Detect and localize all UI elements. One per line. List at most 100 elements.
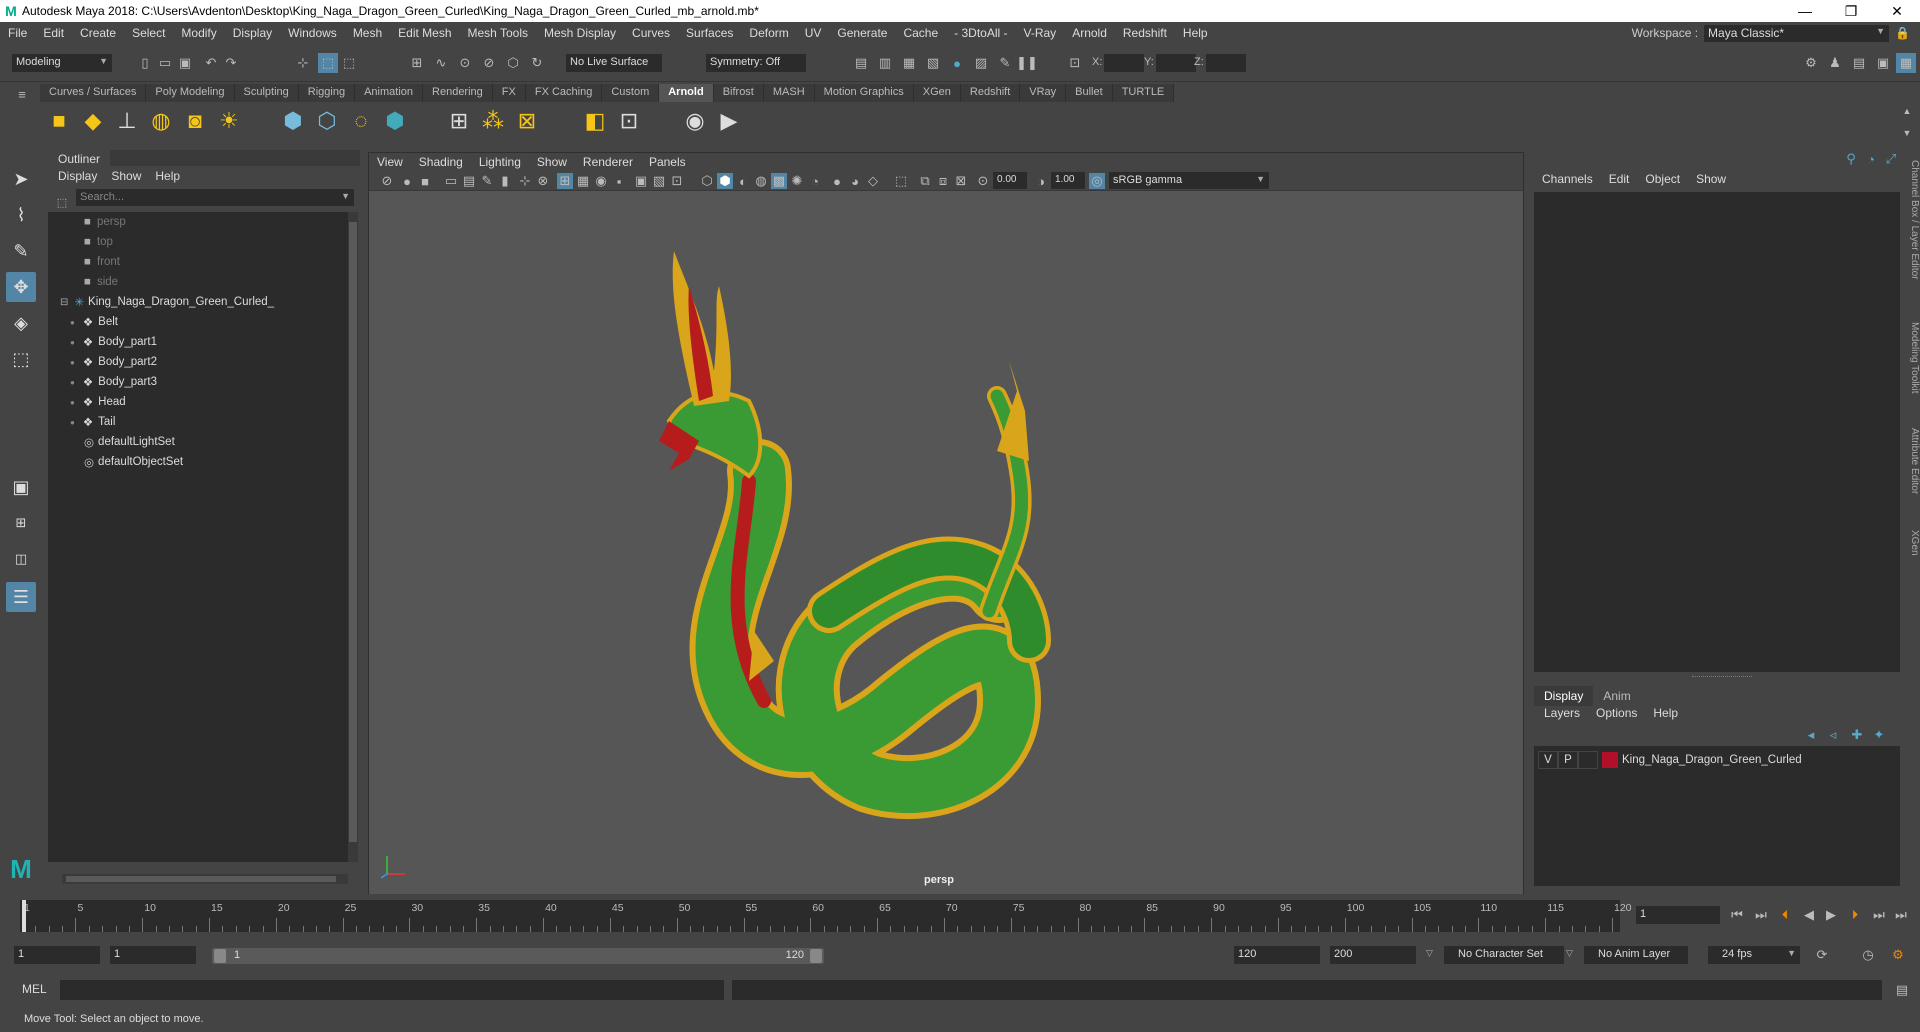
- open-scene-icon[interactable]: ▭: [156, 54, 174, 72]
- menu-mesh[interactable]: Mesh: [345, 26, 390, 40]
- photometric-light-icon[interactable]: ⊥: [114, 108, 140, 134]
- channels-menu-edit[interactable]: Edit: [1609, 172, 1630, 186]
- menu-3dtoall[interactable]: - 3DtoAll -: [946, 26, 1015, 40]
- move-layer-down-icon[interactable]: ◃: [1826, 727, 1840, 742]
- fps-dropdown[interactable]: 24 fps ▼: [1708, 946, 1800, 964]
- script-language-label[interactable]: MEL: [22, 982, 47, 996]
- render-play-icon[interactable]: ▶: [716, 108, 742, 134]
- outliner-layout-icon[interactable]: ☰: [6, 582, 36, 612]
- bookmarks-icon[interactable]: ■: [417, 173, 433, 189]
- expand-dot-icon[interactable]: ●: [70, 398, 75, 407]
- select-hierarchy-icon[interactable]: ⊹: [294, 54, 312, 72]
- render-settings-icon[interactable]: ▧: [924, 54, 942, 72]
- maximize-button[interactable]: ❐: [1828, 3, 1874, 20]
- frame-all-icon[interactable]: ⊠: [953, 173, 969, 189]
- range-bar[interactable]: 1 120: [212, 948, 824, 964]
- shader-icon[interactable]: ⊡: [616, 108, 642, 134]
- menu-mesh-display[interactable]: Mesh Display: [536, 26, 624, 40]
- collapse-icon[interactable]: ⊟: [60, 297, 68, 308]
- shelf-scroll-up-icon[interactable]: ▲: [1900, 104, 1914, 118]
- go-to-start-icon[interactable]: ⏮: [1728, 906, 1746, 924]
- layer-row[interactable]: V P King_Naga_Dragon_Green_Curled: [1538, 750, 1896, 770]
- textured-icon[interactable]: ⬢: [717, 173, 733, 189]
- menu-edit[interactable]: Edit: [35, 26, 72, 40]
- shelf-menu-icon[interactable]: ≡: [14, 86, 30, 102]
- menu-vray[interactable]: V-Ray: [1016, 26, 1065, 40]
- menu-select[interactable]: Select: [124, 26, 173, 40]
- anim-layer-dropdown[interactable]: ▽ No Anim Layer: [1566, 946, 1688, 964]
- lock-camera-icon[interactable]: ▮: [497, 173, 513, 189]
- xray-joints-icon[interactable]: ⬚: [893, 173, 909, 189]
- shelf-tab-bifrost[interactable]: Bifrost: [713, 84, 764, 102]
- select-camera-icon[interactable]: ⊘: [379, 173, 395, 189]
- curve-collector-icon[interactable]: ⬢: [382, 108, 408, 134]
- viewport-menu-lighting[interactable]: Lighting: [471, 153, 529, 171]
- lock-icon[interactable]: 🔒: [1895, 26, 1910, 40]
- undo-icon[interactable]: ↶: [202, 54, 220, 72]
- outliner-search-input[interactable]: Search... ▼: [76, 189, 354, 206]
- time-slider[interactable]: 1 5 10 15 20 25 30 35 40 45 50 55 60 65 70 75 80 85 90 95 10…: [0, 898, 1920, 938]
- expand-dot-icon[interactable]: ●: [70, 378, 75, 387]
- shelf-tab-rigging[interactable]: Rigging: [298, 84, 356, 102]
- script-editor-icon[interactable]: ▤: [1892, 980, 1912, 1000]
- txmanager-icon[interactable]: ⁂: [480, 108, 506, 134]
- shelf-tab-sculpting[interactable]: Sculpting: [234, 84, 299, 102]
- live-surface-field[interactable]: No Live Surface: [566, 54, 662, 72]
- step-back-key-icon[interactable]: ⏭: [1752, 906, 1770, 924]
- outliner-horizontal-scrollbar[interactable]: [62, 874, 348, 884]
- image-plane-icon[interactable]: ▭: [443, 173, 459, 189]
- playback-start-input[interactable]: 1: [110, 946, 196, 964]
- z-input[interactable]: [1206, 54, 1246, 72]
- shadows-icon[interactable]: ◍: [753, 173, 769, 189]
- play-forwards-icon[interactable]: ▶: [1822, 906, 1840, 924]
- menu-display[interactable]: Display: [225, 26, 280, 40]
- render-view-eye-icon[interactable]: ◉: [682, 108, 708, 134]
- outliner-item-side[interactable]: ■ side: [84, 272, 118, 292]
- snap-curve-icon[interactable]: ∿: [432, 54, 450, 72]
- shelf-tab-fx[interactable]: FX: [492, 84, 526, 102]
- xray-icon[interactable]: ▩: [771, 173, 787, 189]
- outliner-item-belt[interactable]: ● ❖ Belt: [70, 312, 118, 332]
- move-tool-icon[interactable]: ✥: [6, 272, 36, 302]
- shelf-tab-rendering[interactable]: Rendering: [423, 84, 493, 102]
- command-input[interactable]: [60, 980, 724, 1000]
- attribute-editor-icon[interactable]: ▤: [1850, 54, 1868, 72]
- channels-menu-show[interactable]: Show: [1696, 172, 1726, 186]
- film-gate-icon[interactable]: ⊹: [517, 173, 533, 189]
- grease-pencil-icon[interactable]: ✎: [479, 173, 495, 189]
- range-start-handle[interactable]: [214, 949, 226, 963]
- shelf-tab-poly-modeling[interactable]: Poly Modeling: [146, 84, 235, 102]
- loop-icon[interactable]: ⟳: [1812, 946, 1832, 964]
- x-input[interactable]: [1104, 54, 1144, 72]
- expand-dot-icon[interactable]: ●: [70, 418, 75, 427]
- range-end-handle[interactable]: [810, 949, 822, 963]
- menu-redshift[interactable]: Redshift: [1115, 26, 1175, 40]
- time-slider-track[interactable]: 1 5 10 15 20 25 30 35 40 45 50 55 60 65 70 75 80 85 90 95 10…: [20, 900, 1632, 932]
- single-perspective-layout-icon[interactable]: ▣: [6, 472, 36, 502]
- resolution-gate-icon[interactable]: ⊗: [535, 173, 551, 189]
- skydome-light-icon[interactable]: ◍: [148, 108, 174, 134]
- snap-surface-icon[interactable]: ⬡: [504, 54, 522, 72]
- outliner-vertical-scrollbar[interactable]: [348, 212, 358, 862]
- isolate-select-icon[interactable]: ◇: [865, 173, 881, 189]
- smooth-shade-icon[interactable]: ▧: [651, 173, 667, 189]
- outliner-item-root[interactable]: ⊟ ✳ King_Naga_Dragon_Green_Curled_: [60, 292, 274, 312]
- layer-color-swatch[interactable]: [1602, 752, 1618, 768]
- safe-action-icon[interactable]: ▦: [575, 173, 591, 189]
- area-light-icon[interactable]: ■: [46, 108, 72, 134]
- mode-dropdown[interactable]: Modeling ▼: [12, 54, 112, 72]
- redo-icon[interactable]: ↷: [222, 54, 240, 72]
- side-tab-xgen[interactable]: XGen: [1906, 530, 1920, 556]
- channels-menu-object[interactable]: Object: [1645, 172, 1680, 186]
- side-tab-modeling-toolkit[interactable]: Modeling Toolkit: [1906, 322, 1920, 394]
- step-back-frame-icon[interactable]: ⏴: [1776, 906, 1794, 924]
- snap-grid-icon[interactable]: ⊞: [408, 54, 426, 72]
- default-material-icon[interactable]: ⬡: [699, 173, 715, 189]
- menu-surfaces[interactable]: Surfaces: [678, 26, 741, 40]
- standin-icon[interactable]: ⬢: [280, 108, 306, 134]
- animation-prefs-icon[interactable]: ⚙: [1888, 946, 1908, 964]
- shelf-tab-xgen[interactable]: XGen: [913, 84, 961, 102]
- menu-cache[interactable]: Cache: [895, 26, 946, 40]
- safe-title-icon[interactable]: ▪: [611, 173, 627, 189]
- side-tab-channel-box[interactable]: Channel Box / Layer Editor: [1906, 160, 1920, 280]
